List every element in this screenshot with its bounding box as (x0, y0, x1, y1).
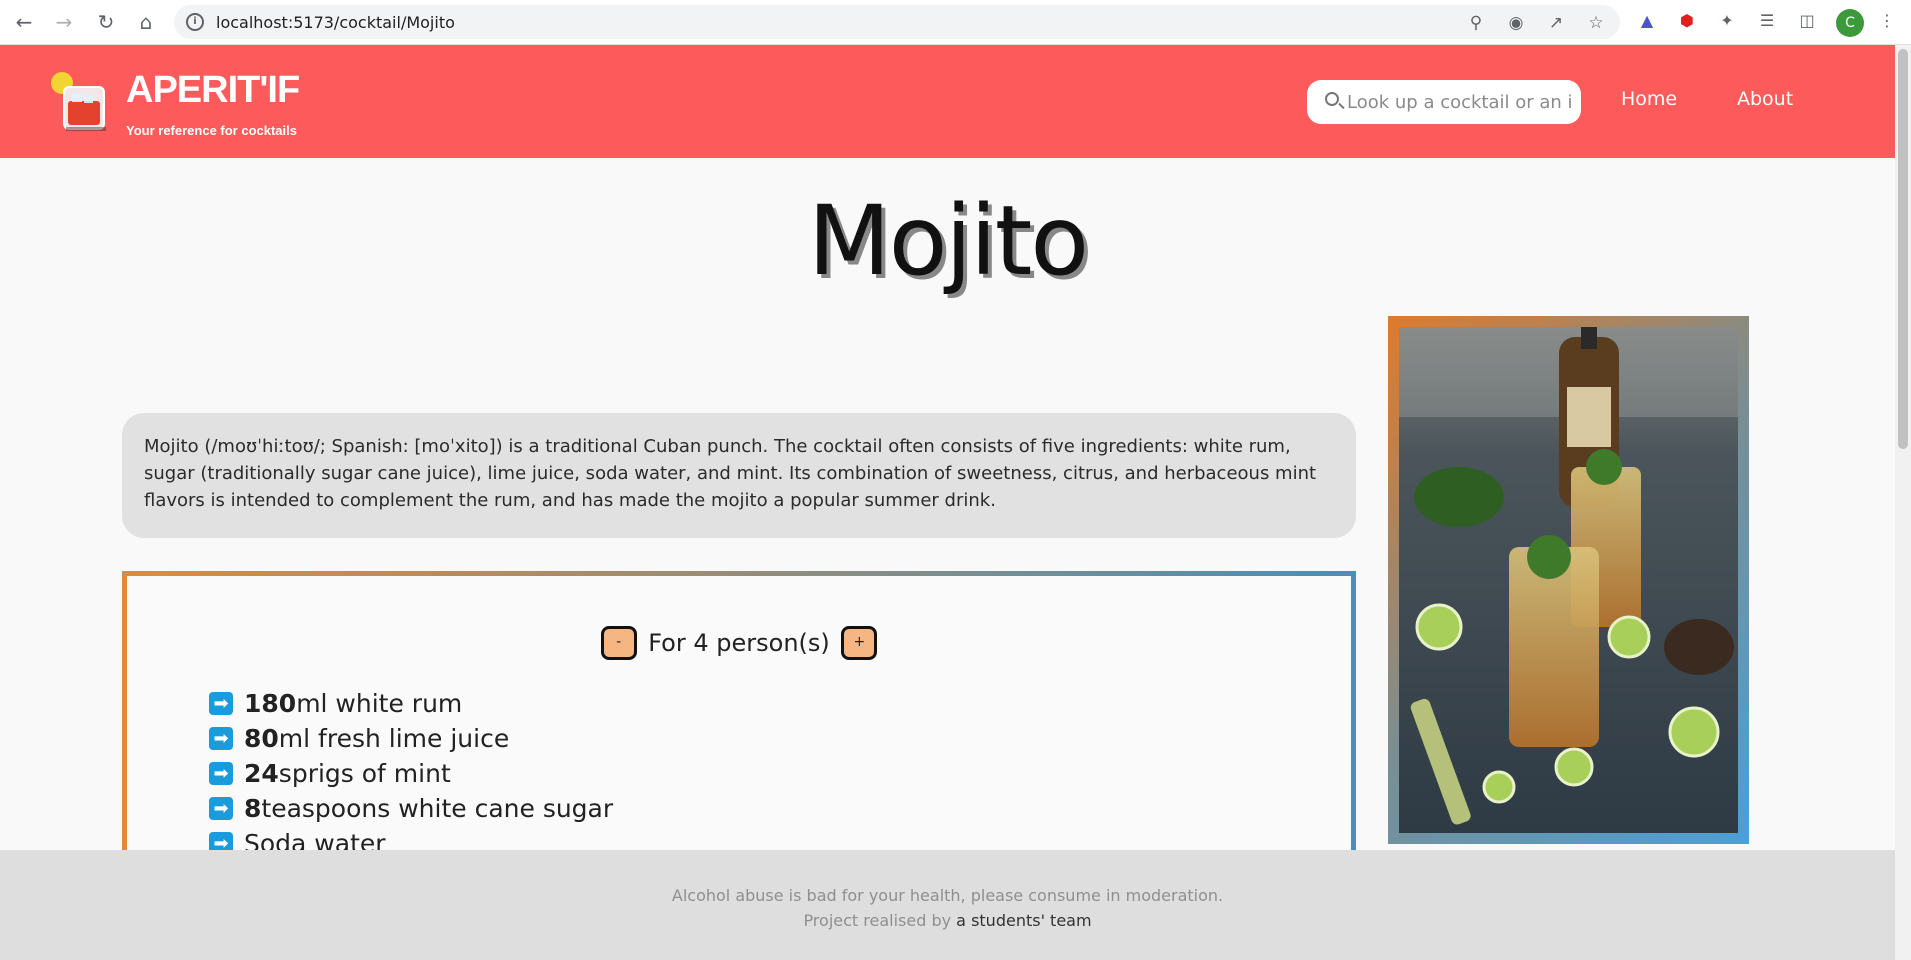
ingredient-text: ml fresh lime juice (278, 724, 510, 753)
ingredients-panel: - For 4 person(s) + ➡ 180 ml white rum ➡… (122, 571, 1356, 871)
back-icon[interactable]: ← (12, 10, 36, 34)
reload-icon[interactable]: ↻ (94, 10, 118, 34)
home-icon[interactable]: ⌂ (134, 10, 158, 34)
footer-credits-prefix: Project realised by (803, 911, 957, 930)
side-panel-icon[interactable]: ◫ (1796, 10, 1818, 32)
search-icon (1325, 92, 1339, 106)
forward-icon[interactable]: → (52, 10, 76, 34)
footer-disclaimer: Alcohol abuse is bad for your health, pl… (671, 886, 1224, 905)
cocktail-photo-frame (1388, 316, 1749, 844)
scrollbar-thumb[interactable] (1898, 49, 1908, 449)
right-arrow-icon: ➡ (209, 692, 233, 715)
cocktail-glass-logo-icon[interactable] (50, 71, 110, 133)
servings-label: For 4 person(s) (648, 629, 830, 657)
ingredient-list: ➡ 180 ml white rum ➡ 80 ml fresh lime ju… (209, 686, 613, 861)
cocktail-description: Mojito (/moʊˈhiːtoʊ/; Spanish: [moˈxito]… (122, 413, 1356, 538)
servings-control: - For 4 person(s) + (127, 626, 1351, 660)
ingredient-quantity: 180 (244, 689, 297, 718)
ingredient-quantity: 24 (244, 759, 279, 788)
cocktail-photo (1399, 327, 1738, 833)
nav-home-link[interactable]: Home (1621, 88, 1677, 110)
menu-kebab-icon[interactable]: ⋮ (1876, 10, 1898, 32)
brand-name[interactable]: APERIT'IF (126, 69, 300, 112)
nav-about-link[interactable]: About (1737, 88, 1793, 110)
cocktail-title: Mojito (807, 185, 1089, 297)
brand-tagline: Your reference for cocktails (126, 123, 297, 138)
bookmark-star-icon[interactable]: ☆ (1586, 13, 1606, 33)
profile-avatar[interactable]: C (1836, 9, 1864, 37)
adblock-icon[interactable]: ⬢ (1676, 10, 1698, 32)
footer-credits: Project realised by a students' team (0, 911, 1895, 930)
share-icon[interactable]: ↗ (1546, 13, 1566, 33)
ingredient-item: ➡ 8 teaspoons white cane sugar (209, 791, 613, 826)
right-arrow-icon: ➡ (209, 727, 233, 750)
page-scrollbar[interactable] (1895, 45, 1911, 960)
site-info-icon[interactable]: i (186, 13, 204, 31)
extensions-puzzle-icon[interactable]: ✦ (1716, 10, 1738, 32)
right-arrow-icon: ➡ (209, 762, 233, 785)
extension-chart-icon[interactable]: ▲ (1636, 10, 1658, 32)
ingredient-text: ml white rum (296, 689, 463, 718)
url-text[interactable]: localhost:5173/cocktail/Mojito (216, 13, 455, 32)
zoom-icon[interactable]: ⚲ (1466, 13, 1486, 33)
site-header: APERIT'IF Your reference for cocktails H… (0, 45, 1895, 158)
search-box[interactable] (1307, 80, 1581, 124)
site-footer: Alcohol abuse is bad for your health, pl… (0, 850, 1895, 960)
ingredient-item: ➡ 80 ml fresh lime juice (209, 721, 613, 756)
students-team-link[interactable]: a students' team (956, 911, 1091, 930)
ingredient-text: sprigs of mint (278, 759, 451, 788)
ingredient-text: teaspoons white cane sugar (261, 794, 614, 823)
browser-toolbar: ← → ↻ ⌂ i localhost:5173/cocktail/Mojito… (0, 0, 1911, 45)
increase-servings-button[interactable]: + (841, 626, 878, 660)
ingredient-quantity: 8 (244, 794, 262, 823)
tracking-eye-icon[interactable]: ◉ (1506, 13, 1526, 33)
address-bar[interactable]: i localhost:5173/cocktail/Mojito ⚲ ◉ ↗ ☆ (174, 5, 1620, 39)
ingredient-quantity: 80 (244, 724, 279, 753)
ingredient-item: ➡ 24 sprigs of mint (209, 756, 613, 791)
right-arrow-icon: ➡ (209, 797, 233, 820)
reading-list-icon[interactable]: ☰ (1756, 10, 1778, 32)
search-input[interactable] (1347, 80, 1573, 124)
ingredient-item: ➡ 180 ml white rum (209, 686, 613, 721)
decrease-servings-button[interactable]: - (600, 626, 637, 660)
